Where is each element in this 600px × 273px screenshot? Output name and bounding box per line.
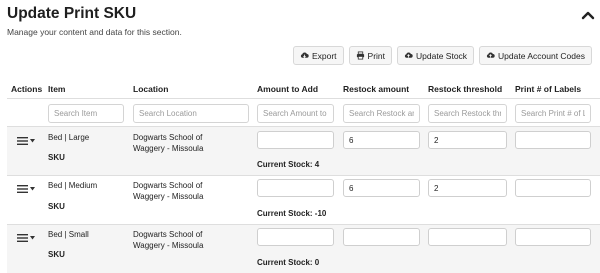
print-labels-input[interactable] <box>515 228 591 246</box>
print-labels-input[interactable] <box>515 179 591 197</box>
search-location-input[interactable] <box>133 104 249 123</box>
cloud-upload-icon <box>486 52 495 58</box>
update-stock-button[interactable]: Update Stock <box>397 46 475 65</box>
row-actions-button[interactable] <box>16 182 40 196</box>
current-stock: Current Stock: -10 <box>257 209 327 218</box>
restock-amount-input[interactable] <box>343 179 420 197</box>
sku-label: SKU <box>48 202 65 211</box>
row-actions-button[interactable] <box>16 134 40 148</box>
caret-down-icon <box>30 139 35 143</box>
page-title: Update Print SKU <box>7 5 137 22</box>
item-name: Bed | Medium <box>48 181 98 190</box>
toolbar: Export Print Update Stock Update Account… <box>292 46 592 65</box>
column-header-restock-amount: Restock amount <box>343 84 410 94</box>
location-line2: Waggery - Missoula <box>133 144 204 153</box>
location-line2: Waggery - Missoula <box>133 241 204 250</box>
column-header-item: Item <box>48 84 66 94</box>
location-line1: Dogwarts School of <box>133 181 203 190</box>
restock-amount-input[interactable] <box>343 131 420 149</box>
restock-threshold-input[interactable] <box>428 228 507 246</box>
search-amount-input[interactable] <box>257 104 334 123</box>
location-line2: Waggery - Missoula <box>133 192 204 201</box>
cloud-upload-icon <box>404 52 413 58</box>
caret-down-icon <box>30 187 35 191</box>
export-label: Export <box>311 50 337 61</box>
sku-label: SKU <box>48 250 65 259</box>
search-labels-input[interactable] <box>515 104 591 123</box>
location-line1: Dogwarts School of <box>133 133 203 142</box>
column-header-print-labels: Print # of Labels <box>515 84 582 94</box>
restock-threshold-input[interactable] <box>428 131 507 149</box>
row-actions-button[interactable] <box>16 231 40 245</box>
location-line1: Dogwarts School of <box>133 230 203 239</box>
search-restock-amount-input[interactable] <box>343 104 420 123</box>
amount-to-add-input[interactable] <box>257 179 334 197</box>
update-account-codes-label: Update Account Codes <box>498 50 585 61</box>
item-name: Bed | Large <box>48 133 90 142</box>
print-labels-input[interactable] <box>515 131 591 149</box>
printer-icon <box>356 51 364 60</box>
print-label: Print <box>367 50 386 61</box>
page-subtitle: Manage your content and data for this se… <box>7 27 182 37</box>
amount-to-add-input[interactable] <box>257 131 334 149</box>
column-header-restock-threshold: Restock threshold <box>428 84 503 94</box>
current-stock: Current Stock: 0 <box>257 258 320 267</box>
amount-to-add-input[interactable] <box>257 228 334 246</box>
hamburger-menu-icon <box>17 234 28 242</box>
column-header-actions: Actions <box>11 84 43 94</box>
update-account-codes-button[interactable]: Update Account Codes <box>479 46 592 65</box>
restock-threshold-input[interactable] <box>428 179 507 197</box>
print-button[interactable]: Print <box>348 46 393 65</box>
hamburger-menu-icon <box>17 185 28 193</box>
current-stock: Current Stock: 4 <box>257 160 320 169</box>
chevron-up-icon[interactable] <box>581 10 595 20</box>
update-stock-label: Update Stock <box>416 50 468 61</box>
search-restock-threshold-input[interactable] <box>428 104 507 123</box>
export-button[interactable]: Export <box>292 46 344 65</box>
item-name: Bed | Small <box>48 230 89 239</box>
header-divider <box>7 98 600 99</box>
column-header-amount-to-add: Amount to Add <box>257 84 319 94</box>
column-header-location: Location <box>133 84 169 94</box>
restock-amount-input[interactable] <box>343 228 420 246</box>
cloud-download-icon <box>300 52 309 58</box>
caret-down-icon <box>30 236 35 240</box>
sku-label: SKU <box>48 153 65 162</box>
hamburger-menu-icon <box>17 137 28 145</box>
search-item-input[interactable] <box>48 104 124 123</box>
